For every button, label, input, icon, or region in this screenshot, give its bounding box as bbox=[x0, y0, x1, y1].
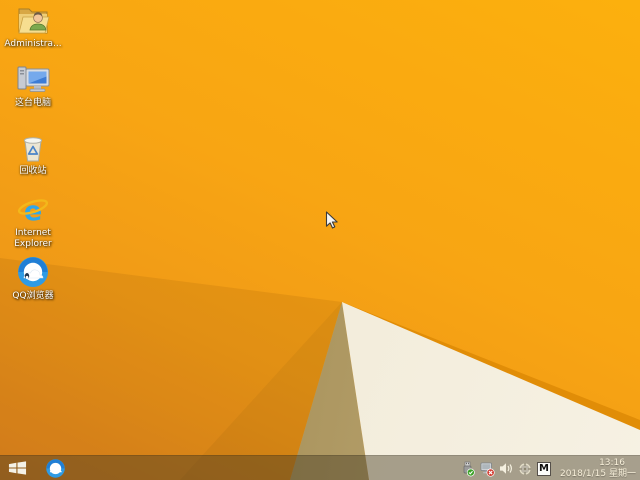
tray-safely-remove-hardware[interactable] bbox=[461, 461, 476, 477]
desktop-icon-this-pc[interactable]: 这台电脑 bbox=[2, 64, 64, 109]
wallpaper-facet-cream bbox=[342, 302, 640, 480]
internet-explorer-icon: e bbox=[17, 196, 49, 226]
clock-time: 13:16 bbox=[599, 457, 625, 468]
tray-network-disconnected[interactable] bbox=[480, 461, 495, 477]
taskbar-clock[interactable]: 13:16 2018/1/15 星期一 bbox=[560, 458, 636, 480]
desktop-icon-administrator[interactable]: Administra... bbox=[2, 3, 64, 50]
desktop-icon-qq-browser[interactable]: QQ浏览器 bbox=[2, 255, 64, 302]
wallpaper-facet-ridge bbox=[342, 302, 640, 430]
windows-logo-icon bbox=[8, 461, 26, 475]
wallpaper-facet-shadow bbox=[0, 258, 342, 480]
desktop-icon-recycle-bin[interactable]: 回收站 bbox=[2, 134, 64, 177]
qq-browser-icon bbox=[45, 458, 65, 478]
qq-browser-icon bbox=[18, 257, 48, 287]
speaker-icon bbox=[500, 463, 513, 474]
start-button[interactable] bbox=[0, 456, 34, 480]
desktop-icon-label: 这台电脑 bbox=[14, 98, 51, 108]
desktop: Administra... 这台电脑 回收站 e Internet Explor… bbox=[0, 0, 640, 480]
administrator-folder-icon bbox=[18, 8, 50, 34]
crosshair-icon bbox=[519, 462, 532, 475]
network-error-icon bbox=[480, 462, 495, 477]
taskbar-item-qq-browser[interactable] bbox=[40, 456, 70, 480]
taskbar: M 13:16 2018/1/15 星期一 bbox=[0, 455, 640, 480]
wallpaper-facet-shadow2 bbox=[180, 302, 342, 480]
tray-ime-indicator[interactable]: M bbox=[536, 461, 551, 476]
clock-date: 2018/1/15 星期一 bbox=[559, 468, 636, 479]
desktop-icon-label: 回收站 bbox=[19, 166, 47, 176]
desktop-icon-internet-explorer[interactable]: e Internet Explorer bbox=[2, 194, 64, 250]
desktop-icon-label: Administra... bbox=[4, 39, 62, 49]
system-tray: M 13:16 2018/1/15 星期一 bbox=[461, 456, 636, 480]
mouse-cursor bbox=[325, 211, 338, 229]
recycle-bin-icon bbox=[23, 137, 43, 162]
tray-volume[interactable] bbox=[499, 461, 514, 477]
tray-utility[interactable] bbox=[518, 461, 533, 477]
usb-safely-remove-icon bbox=[464, 461, 476, 476]
wallpaper-facet-tan bbox=[290, 302, 369, 480]
desktop-icon-label: Internet Explorer bbox=[14, 228, 52, 249]
this-pc-icon bbox=[17, 66, 50, 92]
desktop-icon-label: QQ浏览器 bbox=[12, 291, 54, 301]
